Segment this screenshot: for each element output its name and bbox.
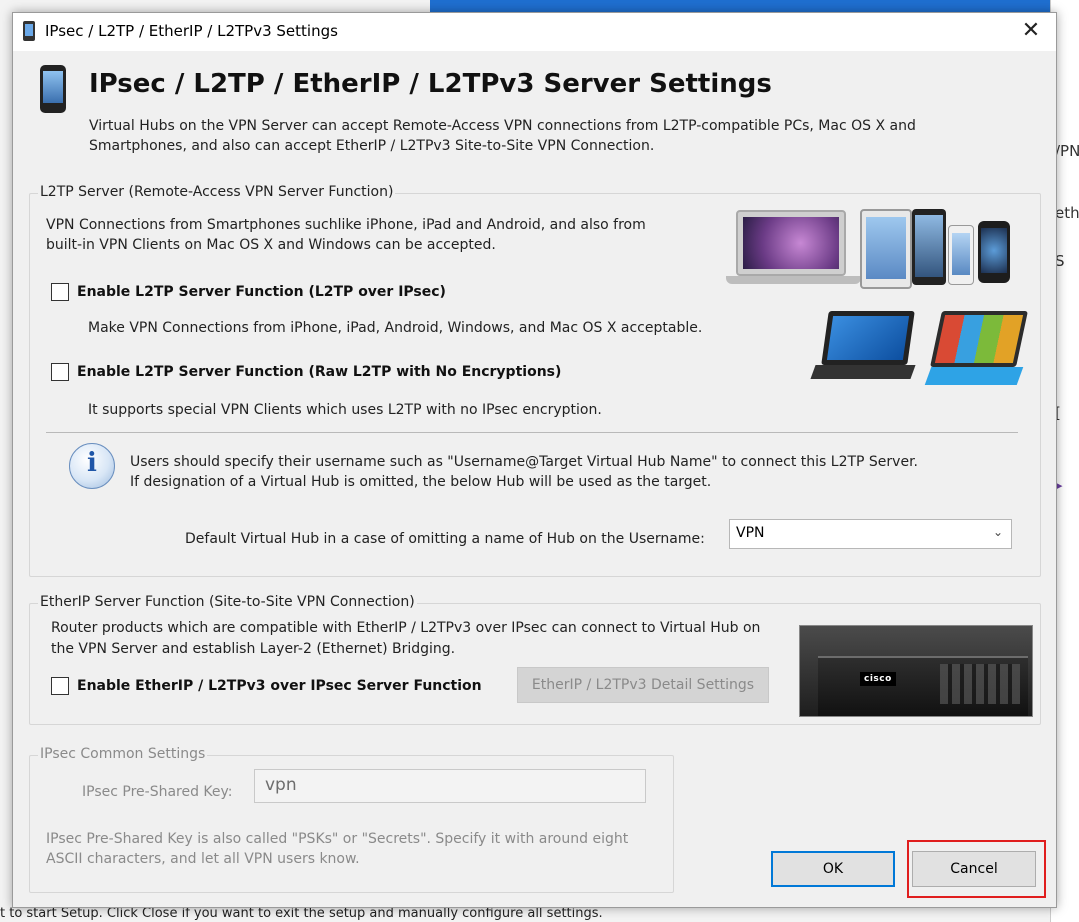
background-fragment: eth: [1055, 204, 1079, 222]
default-hub-label: Default Virtual Hub in a case of omittin…: [185, 531, 705, 547]
mobile-devices-image: [860, 209, 1025, 297]
l2tp-description-line: VPN Connections from Smartphones suchlik…: [46, 217, 646, 233]
etherip-description-line: the VPN Server and establish Layer-2 (Et…: [51, 641, 456, 657]
l2tp-description-line: built-in VPN Clients on Mac OS X and Win…: [46, 237, 496, 253]
enable-l2tp-ipsec-description: Make VPN Connections from iPhone, iPad, …: [88, 320, 703, 336]
checkbox-box[interactable]: [51, 363, 69, 381]
enable-l2tp-raw-label[interactable]: Enable L2TP Server Function (Raw L2TP wi…: [77, 364, 561, 380]
windows-laptop-image: [810, 311, 917, 389]
cisco-logo: cisco: [860, 672, 896, 686]
chevron-down-icon: ⌄: [992, 525, 1003, 539]
background-title-strip: [430, 0, 1079, 12]
info-text-line: If designation of a Virtual Hub is omitt…: [130, 474, 712, 490]
enable-etherip-checkbox[interactable]: Enable EtherIP / L2TPv3 over IPsec Serve…: [51, 677, 482, 695]
checkbox-box[interactable]: [51, 283, 69, 301]
cancel-highlight-box: [907, 840, 1046, 898]
enable-l2tp-ipsec-label[interactable]: Enable L2TP Server Function (L2TP over I…: [77, 284, 446, 300]
psk-input[interactable]: vpn: [254, 769, 646, 803]
enable-l2tp-raw-description: It supports special VPN Clients which us…: [88, 402, 602, 418]
psk-note-line: IPsec Pre-Shared Key is also called "PSK…: [46, 831, 629, 847]
checkbox-box[interactable]: [51, 677, 69, 695]
surface-tablet-image: [924, 311, 1028, 391]
window-title: IPsec / L2TP / EtherIP / L2TPv3 Settings: [45, 22, 338, 40]
info-icon: i: [69, 443, 115, 489]
background-fragment: /PN: [1055, 142, 1079, 160]
etherip-detail-settings-button[interactable]: EtherIP / L2TPv3 Detail Settings: [517, 667, 769, 703]
info-text-line: Users should specify their username such…: [130, 454, 918, 470]
enable-etherip-label[interactable]: Enable EtherIP / L2TPv3 over IPsec Serve…: [77, 678, 482, 694]
default-hub-value: VPN: [736, 525, 765, 541]
close-button[interactable]: ✕: [1016, 17, 1046, 45]
etherip-description-line: Router products which are compatible wit…: [51, 620, 761, 636]
page-title: IPsec / L2TP / EtherIP / L2TPv3 Server S…: [89, 69, 772, 99]
psk-value: vpn: [265, 775, 297, 795]
enable-l2tp-raw-checkbox[interactable]: Enable L2TP Server Function (Raw L2TP wi…: [51, 363, 561, 381]
macbook-image: [726, 210, 861, 292]
ipsec-common-legend: IPsec Common Settings: [38, 746, 208, 762]
psk-note-line: ASCII characters, and let all VPN users …: [46, 851, 360, 867]
page-description: Virtual Hubs on the VPN Server can accep…: [89, 116, 989, 156]
enable-l2tp-ipsec-checkbox[interactable]: Enable L2TP Server Function (L2TP over I…: [51, 283, 446, 301]
l2tp-server-legend: L2TP Server (Remote-Access VPN Server Fu…: [38, 184, 396, 200]
separator: [46, 432, 1018, 433]
title-bar[interactable]: IPsec / L2TP / EtherIP / L2TPv3 Settings…: [13, 13, 1056, 51]
psk-label: IPsec Pre-Shared Key:: [82, 784, 233, 800]
ok-button[interactable]: OK: [771, 851, 895, 887]
phone-icon: [23, 21, 35, 41]
etherip-server-legend: EtherIP Server Function (Site-to-Site VP…: [38, 594, 417, 610]
smartphone-icon: [40, 65, 66, 113]
default-hub-select[interactable]: VPN ⌄: [729, 519, 1012, 549]
cisco-router-image: cisco: [799, 625, 1033, 717]
page-description-line: Virtual Hubs on the VPN Server can accep…: [89, 118, 916, 134]
settings-dialog: IPsec / L2TP / EtherIP / L2TPv3 Settings…: [12, 12, 1057, 908]
background-status-text: t to start Setup. Click Close if you wan…: [0, 906, 603, 921]
page-description-line: Smartphones, and also can accept EtherIP…: [89, 138, 655, 154]
